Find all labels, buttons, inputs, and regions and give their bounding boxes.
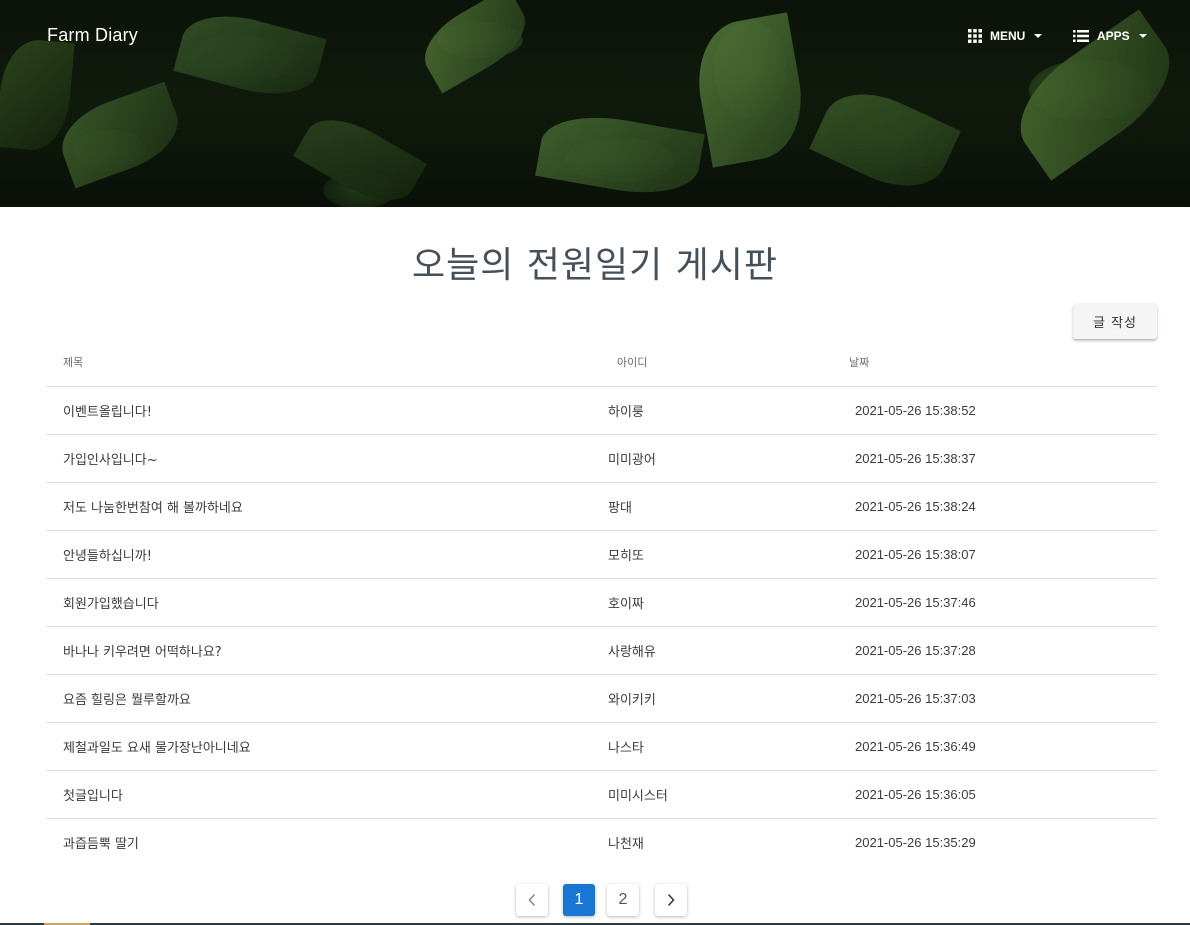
post-author: 사랑해유 [606, 626, 840, 675]
menu-dropdown-button[interactable]: MENU [968, 26, 1043, 46]
post-author: 와이키키 [606, 674, 840, 723]
post-title[interactable]: 요즘 힐링은 뭘루할까요 [47, 674, 606, 723]
post-author: 팡대 [606, 482, 840, 531]
post-author: 미미시스터 [606, 770, 840, 819]
leaf-decoration [293, 104, 427, 207]
board-table: 제목 아이디 날짜 이벤트올립니다! 하이룽 2021-05-26 15:38:… [47, 338, 1157, 866]
post-date: 2021-05-26 15:36:49 [840, 722, 1157, 771]
post-title[interactable]: 이벤트올립니다! [47, 386, 606, 435]
post-title[interactable]: 첫글입니다 [47, 770, 606, 819]
table-row[interactable]: 과즙듬뿍 딸기 나천재 2021-05-26 15:35:29 [47, 819, 1157, 867]
prev-page-button[interactable] [516, 884, 548, 916]
leaf-decoration [688, 12, 812, 168]
brand-logo[interactable]: Farm Diary [47, 25, 138, 46]
post-title[interactable]: 저도 나눔한번참여 해 볼까하네요 [47, 482, 606, 531]
post-author: 모히또 [606, 530, 840, 579]
post-author: 호이짜 [606, 578, 840, 627]
post-date: 2021-05-26 15:37:03 [840, 674, 1157, 723]
post-date: 2021-05-26 15:38:07 [840, 530, 1157, 579]
apps-dropdown-button[interactable]: APPS [1073, 26, 1147, 46]
post-date: 2021-05-26 15:35:29 [855, 835, 976, 850]
table-row[interactable]: 첫글입니다 미미시스터 2021-05-26 15:36:05 [47, 770, 1157, 819]
post-author: 나천재 [608, 837, 644, 852]
table-row[interactable]: 요즘 힐링은 뭘루할까요 와이키키 2021-05-26 15:37:03 [47, 674, 1157, 723]
leaf-decoration [535, 106, 705, 204]
page-button-1[interactable]: 1 [563, 884, 595, 916]
caret-down-icon [1138, 34, 1147, 38]
post-title[interactable]: 회원가입했습니다 [47, 578, 606, 627]
leaf-decoration [51, 81, 189, 189]
table-row[interactable]: 저도 나눔한번참여 해 볼까하네요 팡대 2021-05-26 15:38:24 [47, 482, 1157, 531]
table-row[interactable]: 가입인사입니다~ 미미광어 2021-05-26 15:38:37 [47, 434, 1157, 483]
post-date: 2021-05-26 15:38:24 [840, 482, 1157, 531]
menu-label: MENU [990, 29, 1026, 43]
post-author: 하이룽 [606, 386, 840, 435]
leaf-decoration [173, 3, 327, 107]
grid-icon [968, 29, 982, 43]
table-row[interactable]: 안녕들하십니까! 모히또 2021-05-26 15:38:07 [47, 530, 1157, 579]
column-header-title: 제목 [47, 338, 606, 387]
column-header-date: 날짜 [840, 338, 1157, 387]
post-author: 나스타 [606, 722, 840, 771]
list-icon [1073, 30, 1089, 42]
column-header-id: 아이디 [606, 338, 840, 387]
post-title[interactable]: 가입인사입니다~ [47, 434, 606, 483]
post-date: 2021-05-26 15:38:37 [840, 434, 1157, 483]
write-post-button[interactable]: 글 작성 [1073, 303, 1157, 339]
table-header-row: 제목 아이디 날짜 [47, 338, 1157, 387]
page-title: 오늘의 전원일기 게시판 [411, 245, 779, 286]
table-row[interactable]: 제철과일도 요새 물가장난아니네요 나스타 2021-05-26 15:36:4… [47, 722, 1157, 771]
table-row[interactable]: 회원가입했습니다 호이짜 2021-05-26 15:37:46 [47, 578, 1157, 627]
post-title[interactable]: 과즙듬뿍 딸기 [47, 819, 606, 867]
caret-down-icon [1034, 34, 1043, 38]
post-date: 2021-05-26 15:37:46 [840, 578, 1157, 627]
post-title[interactable]: 제철과일도 요새 물가장난아니네요 [47, 722, 606, 771]
post-date: 2021-05-26 15:38:52 [840, 386, 1157, 435]
apps-label: APPS [1097, 29, 1130, 43]
next-page-button[interactable] [655, 884, 687, 916]
hero-banner: Farm Diary MENU APPS [0, 0, 1190, 207]
leaf-decoration [412, 0, 538, 94]
post-date: 2021-05-26 15:37:28 [840, 626, 1157, 675]
chevron-right-icon [667, 893, 675, 907]
leaf-decoration [0, 37, 75, 153]
post-title[interactable]: 바나나 키우려면 어떡하나요? [47, 626, 606, 675]
table-row[interactable]: 바나나 키우려면 어떡하나요? 사랑해유 2021-05-26 15:37:28 [47, 626, 1157, 675]
post-author: 미미광어 [606, 434, 840, 483]
leaf-decoration [809, 76, 961, 204]
table-row[interactable]: 이벤트올립니다! 하이룽 2021-05-26 15:38:52 [47, 386, 1157, 435]
post-date: 2021-05-26 15:36:05 [840, 770, 1157, 819]
page-button-2[interactable]: 2 [607, 884, 639, 916]
chevron-left-icon [528, 893, 536, 907]
post-title[interactable]: 안녕들하십니까! [47, 530, 606, 579]
